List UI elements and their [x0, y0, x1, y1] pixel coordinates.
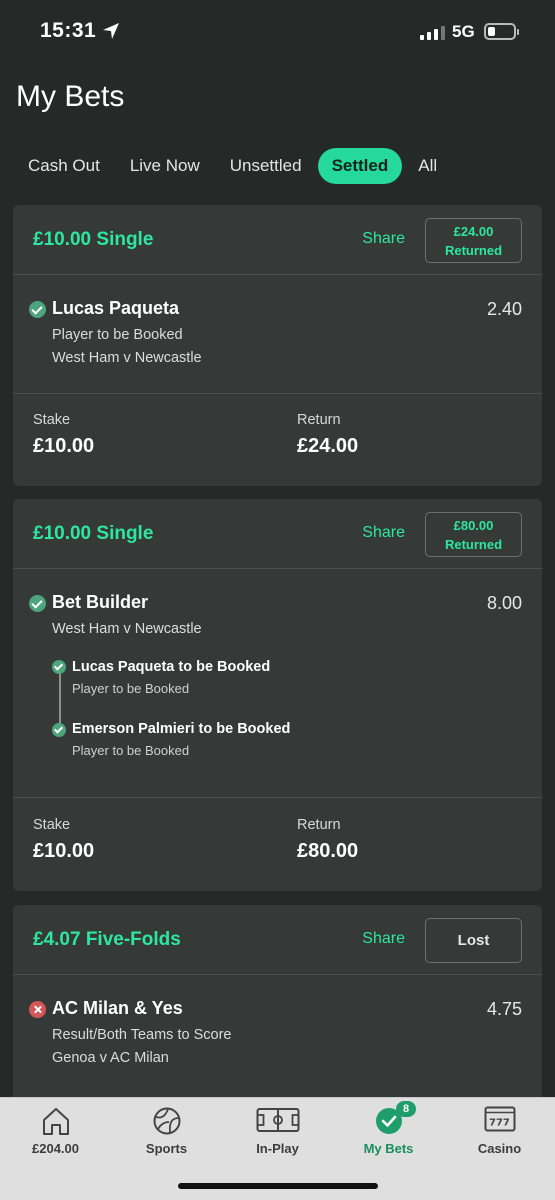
nav-label: Sports: [145, 1141, 188, 1156]
status-time: 15:31: [40, 19, 97, 42]
tab-all[interactable]: All: [404, 148, 451, 184]
bet-card[interactable]: £10.00 Single Share £24.00 Returned Luca…: [13, 205, 542, 486]
selection-name: Bet Builder: [52, 592, 149, 612]
bet-card-header: £4.07 Five-Folds Share Lost: [13, 905, 542, 975]
home-icon: [42, 1108, 69, 1135]
football-icon: [153, 1107, 180, 1135]
returned-badge: £80.00 Returned: [425, 512, 522, 557]
bet-title: £4.07 Five-Folds: [33, 929, 181, 950]
signal-icon: [420, 24, 445, 40]
return-value: £80.00: [297, 840, 359, 862]
leg-name: Emerson Palmieri to be Booked: [72, 721, 291, 737]
return-label: Return: [297, 412, 341, 428]
leg-market: Player to be Booked: [72, 743, 190, 758]
lost-cross-icon: [29, 1001, 46, 1018]
won-check-icon: [29, 301, 46, 318]
share-button[interactable]: Share: [362, 930, 405, 948]
leg-check-icon: [52, 723, 66, 737]
selection-odds: 8.00: [486, 593, 522, 613]
pitch-icon: [256, 1108, 299, 1132]
selection-odds: 4.75: [486, 999, 522, 1019]
nav-label: In-Play: [256, 1141, 299, 1156]
nav-label: £204.00: [32, 1141, 79, 1156]
tab-settled[interactable]: Settled: [317, 148, 403, 184]
network-type: 5G: [452, 22, 475, 41]
nav-label: Casino: [477, 1141, 522, 1156]
bets-count-badge: 8: [396, 1101, 416, 1117]
home-indicator: [178, 1183, 378, 1189]
return-label: Return: [297, 817, 341, 833]
selection-market: Player to be Booked: [52, 327, 183, 343]
bet-title: £10.00 Single: [33, 523, 154, 544]
share-button[interactable]: Share: [362, 524, 405, 542]
returned-badge: £24.00 Returned: [425, 218, 522, 263]
stake-label: Stake: [33, 412, 71, 428]
leg-check-icon: [52, 660, 66, 674]
nav-sports[interactable]: Sports: [111, 1098, 222, 1168]
status-bar: 15:31 5G: [0, 0, 555, 64]
leg-name: Lucas Paqueta to be Booked: [72, 659, 271, 675]
tab-live-now[interactable]: Live Now: [116, 148, 214, 184]
selection-event: West Ham v Newcastle: [52, 350, 202, 366]
selection-market: Result/Both Teams to Score: [52, 1027, 232, 1043]
returned-amount: £24.00: [453, 224, 494, 239]
nav-label: My Bets: [363, 1141, 414, 1156]
tab-unsettled[interactable]: Unsettled: [216, 148, 316, 184]
lost-badge: Lost: [425, 918, 522, 963]
selection-name: AC Milan & Yes: [52, 998, 183, 1018]
share-button[interactable]: Share: [362, 230, 405, 248]
bet-title: £10.00 Single: [33, 229, 154, 250]
stake-value: £10.00: [33, 840, 95, 862]
nav-in-play[interactable]: In-Play: [222, 1098, 333, 1168]
stake-value: £10.00: [33, 435, 95, 457]
won-check-icon: [29, 595, 46, 612]
bet-filter-tabs: Cash Out Live Now Unsettled Settled All: [14, 148, 555, 184]
bet-card[interactable]: £4.07 Five-Folds Share Lost AC Milan & Y…: [13, 905, 542, 1105]
returned-label: Returned: [444, 537, 503, 552]
tab-cash-out[interactable]: Cash Out: [14, 148, 114, 184]
divider: [13, 393, 542, 394]
battery-icon: [484, 23, 519, 40]
bet-card-header: £10.00 Single Share £80.00 Returned: [13, 499, 542, 569]
page-title: My Bets: [16, 80, 125, 113]
returned-label: Returned: [444, 243, 503, 258]
svg-text:777: 777: [489, 1118, 510, 1129]
returned-amount: £80.00: [453, 518, 494, 533]
nav-casino[interactable]: 777 Casino: [444, 1098, 555, 1168]
divider: [13, 797, 542, 798]
return-value: £24.00: [297, 435, 359, 457]
leg-market: Player to be Booked: [72, 681, 190, 696]
selection-odds: 2.40: [486, 299, 522, 319]
bet-card-header: £10.00 Single Share £24.00 Returned: [13, 205, 542, 275]
nav-home-balance[interactable]: £204.00: [0, 1098, 111, 1168]
location-arrow-icon: [103, 23, 119, 39]
bet-card[interactable]: £10.00 Single Share £80.00 Returned Bet …: [13, 499, 542, 891]
selection-name: Lucas Paqueta: [52, 298, 180, 318]
slot-machine-icon: 777: [484, 1106, 515, 1132]
selection-event: West Ham v Newcastle: [52, 621, 202, 637]
selection-event: Genoa v AC Milan: [52, 1050, 169, 1066]
stake-label: Stake: [33, 817, 71, 833]
nav-my-bets[interactable]: 8 My Bets: [333, 1098, 444, 1168]
legs-connector-line: [59, 669, 61, 726]
